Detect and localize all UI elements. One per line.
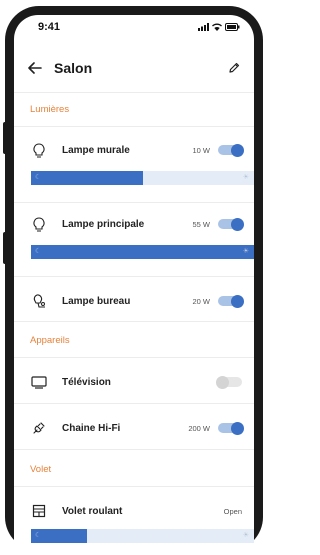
toggle-knob — [231, 294, 244, 308]
status-bar: 9:41 — [14, 15, 254, 39]
sun-icon: ☀ — [242, 174, 249, 181]
power-value: 10 W — [192, 145, 210, 155]
shutter-icon — [32, 504, 46, 518]
device-label: Chaine Hi-Fi — [62, 422, 121, 434]
wifi-icon — [212, 23, 222, 31]
divider — [14, 449, 254, 450]
toggle-switch[interactable] — [218, 143, 244, 157]
divider — [14, 486, 254, 487]
lightbulb-icon — [33, 216, 45, 232]
tv-icon — [31, 375, 47, 389]
shutter-label: Volet roulant — [62, 505, 123, 517]
toggle-switch[interactable] — [218, 217, 244, 231]
brightness-slider-main[interactable]: ☾ ☀ — [31, 245, 254, 259]
device-row-tv[interactable]: Télévision — [14, 371, 254, 393]
light-label: Lampe murale — [62, 144, 130, 156]
shutter-slider[interactable]: ☾ ☀ — [31, 529, 254, 543]
light-row-desk[interactable]: Lampe bureau 20 W — [14, 290, 254, 312]
divider — [14, 403, 254, 404]
shutter-status: Open — [223, 506, 242, 516]
light-label: Lampe principale — [62, 218, 145, 230]
toggle-knob — [216, 375, 229, 389]
power-value: 200 W — [188, 423, 210, 433]
divider — [14, 92, 254, 93]
moon-icon: ☾ — [35, 174, 42, 181]
device-row-hifi[interactable]: Chaine Hi-Fi 200 W — [14, 417, 254, 439]
signal-icon — [198, 23, 209, 31]
device-label: Télévision — [62, 376, 111, 388]
moon-icon: ☾ — [35, 248, 42, 255]
sun-icon: ☀ — [242, 532, 249, 539]
toggle-knob — [231, 217, 244, 231]
shutter-row[interactable]: Volet roulant Open — [14, 500, 254, 522]
toggle-switch[interactable] — [218, 421, 244, 435]
divider — [14, 202, 254, 203]
power-value: 55 W — [192, 219, 210, 229]
brightness-fill-wall — [31, 171, 143, 185]
brightness-fill-main — [31, 245, 254, 259]
brightness-slider-wall[interactable]: ☾ ☀ — [31, 171, 254, 185]
section-label-lights: Lumières — [30, 104, 70, 115]
arrow-left-icon[interactable] — [28, 62, 42, 74]
light-label: Lampe bureau — [62, 295, 131, 307]
section-label-shutter: Volet — [30, 464, 52, 475]
divider — [14, 357, 254, 358]
toggle-knob — [231, 143, 244, 157]
battery-icon — [225, 23, 240, 31]
sun-icon: ☀ — [242, 248, 249, 255]
pencil-icon[interactable] — [228, 62, 240, 74]
moon-icon: ☾ — [35, 532, 42, 539]
page-title: Salon — [54, 60, 93, 76]
desk-lamp-icon — [33, 293, 45, 308]
plug-icon — [33, 422, 45, 434]
divider — [14, 126, 254, 127]
light-row-wall[interactable]: Lampe murale 10 W — [14, 139, 254, 161]
light-row-main[interactable]: Lampe principale 55 W — [14, 213, 254, 235]
phone-frame: 9:41 Salon Lumières Lampe murale 10 W ☾ … — [5, 6, 263, 555]
toggle-switch[interactable] — [218, 294, 244, 308]
toggle-knob — [231, 421, 244, 435]
status-time: 9:41 — [38, 21, 61, 33]
power-value: 20 W — [192, 296, 210, 306]
toggle-switch[interactable] — [216, 375, 242, 389]
divider — [14, 321, 254, 322]
section-label-devices: Appareils — [30, 335, 70, 346]
divider — [14, 276, 254, 277]
lightbulb-icon — [33, 142, 45, 158]
header: Salon — [14, 53, 254, 83]
screen: 9:41 Salon Lumières Lampe murale 10 W ☾ … — [14, 15, 254, 555]
